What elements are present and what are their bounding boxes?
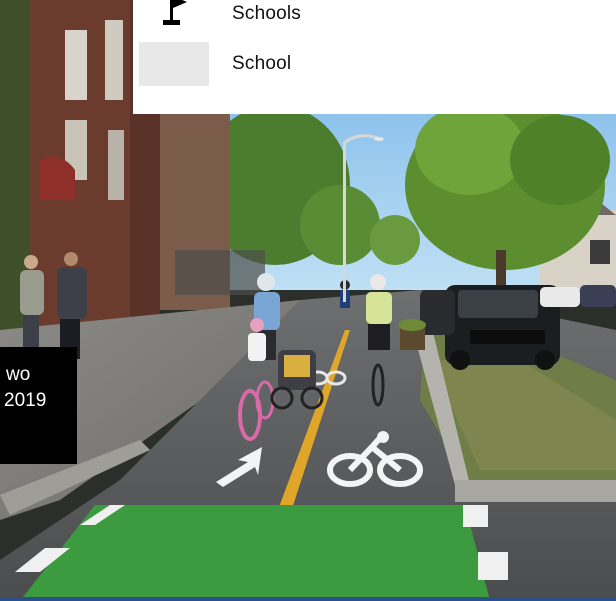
- legend-label-schools: Schools: [232, 3, 301, 24]
- callout-line-2: 2019: [4, 390, 47, 411]
- callout-line-1: wo: [6, 364, 31, 385]
- legend-item-school-area: School: [133, 42, 616, 88]
- legend-item-schools: Schools: [133, 0, 616, 34]
- info-callout: wo 2019: [0, 347, 77, 464]
- map-legend: Schools School: [133, 0, 616, 114]
- map-figure: Schools School wo 2019: [0, 0, 616, 601]
- flag-icon: [163, 0, 187, 35]
- school-area-swatch: [139, 42, 209, 86]
- legend-label-school: School: [232, 53, 292, 74]
